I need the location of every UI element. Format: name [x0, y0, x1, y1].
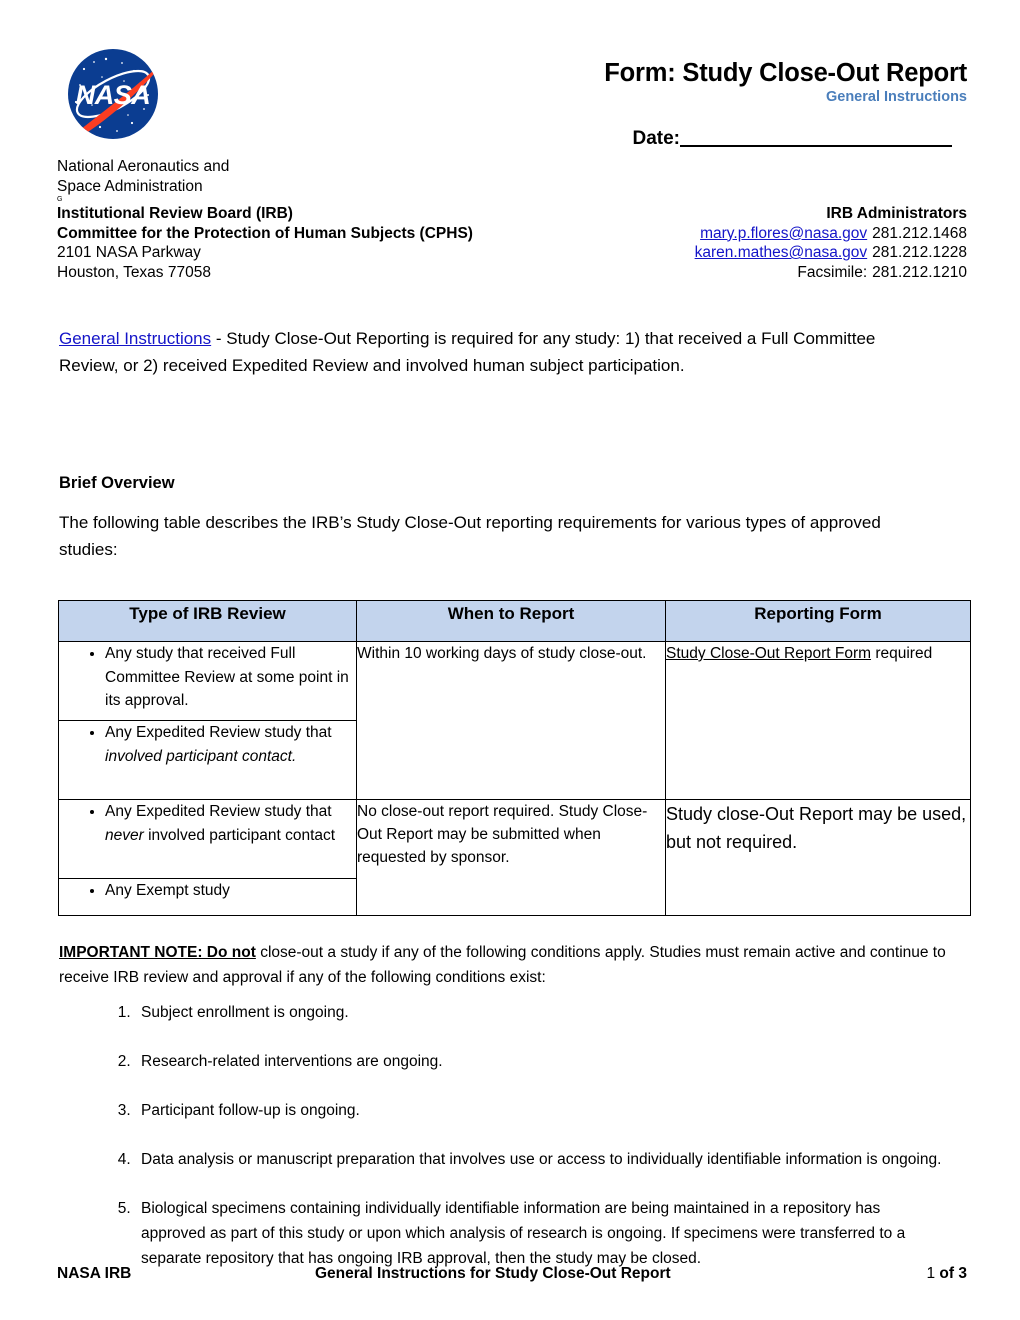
requirements-table: Type of IRB Review When to Report Report… — [58, 600, 971, 916]
admins-heading: IRB Administrators — [826, 205, 967, 222]
footer-page-number: 1 — [926, 1265, 936, 1282]
org-address-block: Institutional Review Board (IRB) Committ… — [57, 204, 473, 282]
agency-name: National Aeronautics and Space Administr… — [57, 158, 230, 195]
date-input-rule[interactable] — [680, 145, 952, 147]
cell-type-exempt: Any Exempt study — [58, 878, 357, 916]
facsimile-row: Facsimile: 281.212.1210 — [695, 263, 967, 283]
cell-when-10-days: Within 10 working days of study close-ou… — [356, 641, 666, 800]
date-field[interactable]: Date: — [632, 128, 952, 150]
general-instructions-paragraph: General Instructions - Study Close-Out R… — [59, 326, 939, 379]
org-line-street: 2101 NASA Parkway — [57, 244, 201, 262]
expedited-contact-pre: Any Expedited Review study that — [105, 724, 332, 741]
page-subtitle: General Instructions — [825, 89, 967, 105]
brief-overview-heading: Brief Overview — [59, 474, 175, 492]
cell-type-expedited-with-contact: Any Expedited Review study that involved… — [58, 720, 357, 800]
important-note: IMPORTANT NOTE: Do not close-out a study… — [59, 940, 949, 990]
footer-left: NASA IRB — [57, 1265, 132, 1282]
admin-phone-1: 281.212.1468 — [872, 224, 967, 242]
facsimile-number: 281.212.1210 — [872, 263, 967, 281]
expedited-never-emphasis: never — [105, 826, 144, 844]
org-line-irb: Institutional Review Board (IRB) — [57, 205, 293, 222]
org-line-cphs: Committee for the Protection of Human Su… — [57, 224, 473, 242]
irb-administrators-block: IRB Administrators mary.p.flores@nasa.go… — [695, 204, 967, 282]
admin-row-1: mary.p.flores@nasa.gov 281.212.1468 — [695, 224, 967, 244]
facsimile-label: Facsimile: — [797, 263, 868, 281]
list-item: Any Exempt study — [105, 879, 356, 903]
general-instructions-link[interactable]: General Instructions — [59, 329, 211, 348]
admin-email-link-1[interactable]: mary.p.flores@nasa.gov — [700, 225, 867, 242]
footer-page-of: of 3 — [935, 1265, 967, 1282]
document-page: NASA National Aeronautics and Space Admi… — [0, 0, 1020, 1320]
cell-form-required: Study Close-Out Report Form required — [665, 641, 971, 800]
col-header-form: Reporting Form — [665, 600, 971, 642]
page-title: Form: Study Close-Out Report — [604, 59, 967, 87]
nasa-logo-icon: NASA — [62, 47, 174, 142]
document-footer: NASA IRB General Instructions for Study … — [57, 1265, 967, 1283]
org-line-city: Houston, Texas 77058 — [57, 263, 211, 281]
table-row: Any Expedited Review study that never in… — [58, 799, 971, 916]
list-item: Any study that received Full Committee R… — [105, 642, 356, 713]
form-required-suffix: required — [871, 645, 933, 662]
svg-text:NASA: NASA — [76, 80, 151, 110]
cell-type-full-committee: Any study that received Full Committee R… — [58, 641, 357, 721]
cell-when-no-report: No close-out report required. Study Clos… — [356, 799, 666, 916]
list-item: Data analysis or manuscript preparation … — [135, 1147, 949, 1172]
conditions-list: Subject enrollment is ongoing. Research-… — [59, 1000, 949, 1271]
expedited-never-pre: Any Expedited Review study that — [105, 803, 332, 820]
cell-type-expedited-no-contact: Any Expedited Review study that never in… — [58, 799, 357, 879]
date-label: Date: — [632, 128, 680, 149]
list-item: Participant follow-up is ongoing. — [135, 1098, 949, 1123]
footer-center: General Instructions for Study Close-Out… — [315, 1265, 671, 1282]
g-superscript-mark: G — [57, 196, 63, 203]
admin-email-link-2[interactable]: karen.mathes@nasa.gov — [695, 244, 868, 261]
table-row: Any study that received Full Committee R… — [58, 641, 971, 800]
expedited-contact-emphasis: involved participant contact. — [105, 747, 297, 765]
col-header-type: Type of IRB Review — [58, 600, 357, 642]
list-item: Any Expedited Review study that involved… — [105, 721, 356, 768]
cell-form-optional: Study close-Out Report may be used, but … — [665, 799, 971, 916]
list-item: Research-related interventions are ongoi… — [135, 1049, 949, 1074]
study-close-out-report-form-link[interactable]: Study Close-Out Report Form — [666, 645, 871, 662]
requirements-table-wrapper: Type of IRB Review When to Report Report… — [58, 600, 971, 916]
brief-overview-text: The following table describes the IRB’s … — [59, 513, 881, 559]
table-header-row: Type of IRB Review When to Report Report… — [58, 600, 971, 642]
col-header-when: When to Report — [356, 600, 666, 642]
admin-phone-2: 281.212.1228 — [872, 244, 967, 262]
expedited-never-post: involved participant contact — [143, 826, 336, 844]
important-note-label: IMPORTANT NOTE: Do not — [59, 944, 256, 961]
list-item: Subject enrollment is ongoing. — [135, 1000, 949, 1025]
list-item: Biological specimens containing individu… — [135, 1196, 949, 1271]
footer-page-indicator: 1 of 3 — [927, 1265, 968, 1283]
admin-row-2: karen.mathes@nasa.gov 281.212.1228 — [695, 243, 967, 263]
list-item: Any Expedited Review study that never in… — [105, 800, 356, 847]
document-header: NASA National Aeronautics and Space Admi… — [0, 0, 1020, 281]
